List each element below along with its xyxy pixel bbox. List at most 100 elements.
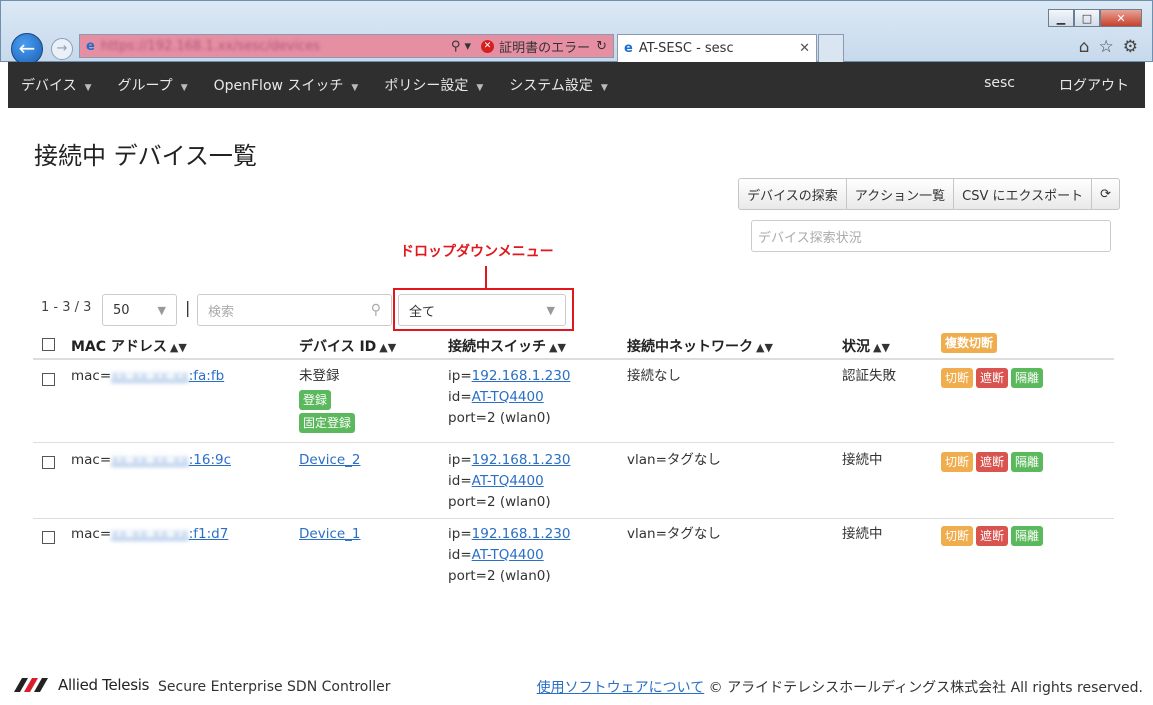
port-text: port=2 (wlan0) <box>448 494 551 510</box>
refresh-button[interactable]: ⟳ <box>1091 178 1120 210</box>
logout-link[interactable]: ログアウト <box>1031 75 1145 95</box>
footer-right: 使用ソフトウェアについて © アライドテレシスホールディングス株式会社 All … <box>537 677 1143 697</box>
browser-tab[interactable]: e AT-SESC - sesc ✕ <box>617 34 817 62</box>
row-checkbox[interactable] <box>42 456 55 469</box>
new-tab-button[interactable] <box>818 34 844 62</box>
header-label: 接続中ネットワーク <box>627 339 753 355</box>
device-table: MAC アドレス ▲▼ デバイス ID ▲▼ 接続中スイッチ ▲▼ 接続中ネットワーク… <box>33 330 1114 593</box>
mac-hidden: xx:xx:xx:xx <box>111 452 189 468</box>
nav-policy[interactable]: ポリシー設定 ▼ <box>371 75 496 95</box>
disconnect-button[interactable]: 切断 <box>941 452 974 472</box>
row-checkbox[interactable] <box>42 373 55 386</box>
nav-label: グループ <box>117 78 173 94</box>
mac-link[interactable]: xx:xx:xx:xx:fa:fb <box>111 368 224 384</box>
action-list-button[interactable]: アクション一覧 <box>845 178 955 210</box>
id-label: id= <box>448 547 472 563</box>
select-all-checkbox[interactable] <box>42 338 55 351</box>
sort-icon: ▲▼ <box>873 341 890 354</box>
favorites-star-icon[interactable]: ☆ <box>1099 37 1114 57</box>
nav-label: ポリシー設定 <box>384 78 469 94</box>
bulk-disconnect-button[interactable]: 複数切断 <box>941 333 1000 353</box>
ie-icon: e <box>624 41 633 56</box>
back-arrow-icon[interactable]: ← <box>11 33 43 65</box>
page-footer: Allied Telesis Secure Enterprise SDN Con… <box>8 674 1145 700</box>
header-label: MAC アドレス <box>71 339 167 355</box>
disconnect-button[interactable]: 切断 <box>941 368 974 388</box>
block-button[interactable]: 遮断 <box>976 368 1009 388</box>
mac-prefix: mac= <box>71 526 112 542</box>
copyright-text: © アライドテレシスホールディングス株式会社 All rights reserv… <box>708 680 1143 696</box>
mac-hidden: xx:xx:xx:xx <box>111 368 189 384</box>
register-button[interactable]: 登録 <box>299 390 332 410</box>
switch-id-link[interactable]: AT-TQ4400 <box>472 547 544 563</box>
minimize-icon[interactable]: ▁ <box>1048 9 1074 27</box>
forward-arrow-icon[interactable]: → <box>51 38 73 60</box>
home-icon[interactable]: ⌂ <box>1079 37 1090 57</box>
row-checkbox[interactable] <box>42 531 55 544</box>
refresh-icon[interactable]: ↻ <box>596 39 607 54</box>
nav-system[interactable]: システム設定 ▼ <box>496 75 621 95</box>
network-cell: 接続なし <box>627 368 681 384</box>
mac-link[interactable]: xx:xx:xx:xx:16:9c <box>111 452 231 468</box>
table-row: mac=xx:xx:xx:xx:fa:fb 未登録 登録 固定登録 ip=192… <box>33 360 1114 443</box>
browser-chrome: ▁ □ ✕ ← → e https://192.168.1.xx/sesc/de… <box>0 0 1153 65</box>
bulk-disconnect-label: 複数切断 <box>941 333 998 353</box>
mac-cell: mac=xx:xx:xx:xx:16:9c <box>71 450 231 471</box>
switch-id-link[interactable]: AT-TQ4400 <box>472 473 544 489</box>
page-title: 接続中 デバイス一覧 <box>34 142 257 170</box>
nav-openflow-switch[interactable]: OpenFlow スイッチ ▼ <box>201 75 372 95</box>
ip-link[interactable]: 192.168.1.230 <box>472 526 571 542</box>
filter-value: 全て <box>409 304 436 320</box>
fixed-register-button[interactable]: 固定登録 <box>299 413 356 433</box>
header-mac[interactable]: MAC アドレス ▲▼ <box>71 336 187 356</box>
isolate-button[interactable]: 隔離 <box>1011 526 1044 546</box>
block-button[interactable]: 遮断 <box>976 526 1009 546</box>
discover-devices-button[interactable]: デバイスの探索 <box>738 178 847 210</box>
search-icon[interactable]: ⚲ ▾ <box>451 39 471 54</box>
block-button[interactable]: 遮断 <box>976 452 1009 472</box>
allied-telesis-logo: Allied Telesis <box>14 676 149 694</box>
browser-toolbar-icons: ⌂ ☆ ⚙ <box>1079 37 1138 57</box>
header-network[interactable]: 接続中ネットワーク ▲▼ <box>627 336 773 356</box>
per-page-select[interactable]: 50 ▼ <box>102 294 177 326</box>
discovery-status-field[interactable]: デバイス探索状況 <box>751 220 1111 252</box>
cert-error-indicator[interactable]: ✕ 証明書のエラー <box>481 37 590 56</box>
mac-hidden: xx:xx:xx:xx <box>111 526 189 542</box>
header-label: デバイス ID <box>299 339 377 355</box>
separator: | <box>185 298 191 317</box>
mac-link[interactable]: xx:xx:xx:xx:f1:d7 <box>111 526 228 542</box>
nav-devices[interactable]: デバイス ▼ <box>8 75 105 95</box>
csv-export-button[interactable]: CSV にエクスポート <box>953 178 1093 210</box>
nav-groups[interactable]: グループ ▼ <box>105 75 201 95</box>
tab-close-icon[interactable]: ✕ <box>799 41 810 56</box>
nav-user[interactable]: sesc <box>956 75 1031 95</box>
switch-id-link[interactable]: AT-TQ4400 <box>472 389 544 405</box>
settings-gear-icon[interactable]: ⚙ <box>1123 37 1138 57</box>
per-page-value: 50 <box>113 302 130 318</box>
maximize-icon[interactable]: □ <box>1074 9 1100 27</box>
software-info-link[interactable]: 使用ソフトウェアについて <box>537 680 705 696</box>
ip-link[interactable]: 192.168.1.230 <box>472 368 571 384</box>
header-switch[interactable]: 接続中スイッチ ▲▼ <box>448 336 566 356</box>
sort-icon: ▲▼ <box>756 341 773 354</box>
mac-cell: mac=xx:xx:xx:xx:f1:d7 <box>71 524 228 545</box>
isolate-button[interactable]: 隔離 <box>1011 368 1044 388</box>
address-bar[interactable]: e https://192.168.1.xx/sesc/devices ⚲ ▾ … <box>79 34 614 58</box>
close-icon[interactable]: ✕ <box>1100 9 1142 27</box>
device-link[interactable]: Device_1 <box>299 526 361 542</box>
ip-link[interactable]: 192.168.1.230 <box>472 452 571 468</box>
switch-cell: ip=192.168.1.230 id=AT-TQ4400 port=2 (wl… <box>448 450 570 513</box>
device-link[interactable]: Device_2 <box>299 452 361 468</box>
header-device-id[interactable]: デバイス ID ▲▼ <box>299 336 396 356</box>
search-icon: ⚲ <box>370 302 381 318</box>
caret-down-icon: ▼ <box>180 83 188 93</box>
network-cell: vlan=タグなし <box>627 452 721 468</box>
header-status[interactable]: 状況 ▲▼ <box>842 336 890 356</box>
ie-icon: e <box>86 38 95 54</box>
disconnect-button[interactable]: 切断 <box>941 526 974 546</box>
filter-dropdown[interactable]: 全て ▼ <box>398 294 566 326</box>
isolate-button[interactable]: 隔離 <box>1011 452 1044 472</box>
search-input[interactable]: 検索 ⚲ <box>197 294 392 326</box>
status-cell: 接続中 <box>842 526 883 542</box>
search-placeholder: 検索 <box>208 304 235 320</box>
